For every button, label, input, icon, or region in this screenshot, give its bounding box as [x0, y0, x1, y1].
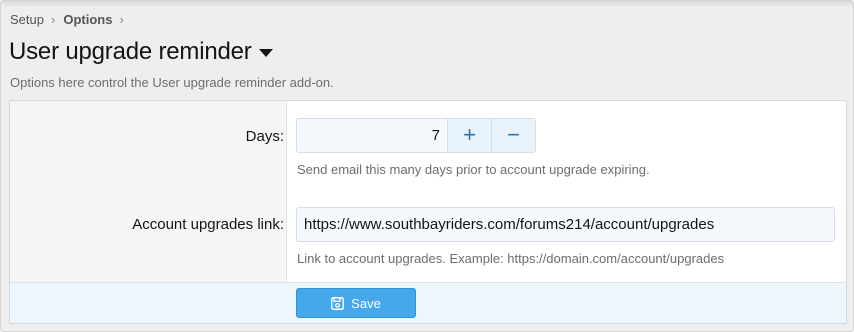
caret-down-icon[interactable]: [258, 49, 273, 57]
breadcrumb-separator-icon: ›: [119, 12, 124, 27]
options-form: Days: 7 + − Send email this many days pr…: [9, 100, 847, 324]
days-stepper: 7 + −: [296, 118, 536, 153]
days-input[interactable]: 7: [296, 118, 448, 153]
top-shadow: [1, 1, 853, 7]
form-submit-row: Save: [10, 282, 846, 323]
breadcrumb-setup[interactable]: Setup: [10, 12, 44, 27]
breadcrumb-options[interactable]: Options: [63, 12, 112, 27]
save-label: Save: [351, 295, 381, 311]
upgrades-link-input[interactable]: https://www.southbayriders.com/forums214…: [296, 207, 835, 242]
upgrades-link-label: Account upgrades link:: [132, 216, 284, 233]
breadcrumb-separator-icon: ›: [50, 12, 56, 27]
app-window: Setup › Options › User upgrade reminder …: [0, 0, 854, 332]
breadcrumb: Setup › Options ›: [10, 12, 132, 27]
page-description: Options here control the User upgrade re…: [10, 75, 334, 90]
days-label: Days:: [245, 128, 284, 145]
page-title-text: User upgrade reminder: [9, 38, 252, 65]
increment-button[interactable]: +: [448, 118, 492, 153]
upgrades-link-hint: Link to account upgrades. Example: https…: [297, 251, 725, 266]
save-button[interactable]: Save: [296, 288, 416, 318]
decrement-button[interactable]: −: [492, 118, 536, 153]
days-hint: Send email this many days prior to accou…: [297, 162, 650, 177]
page-title: User upgrade reminder: [9, 38, 273, 66]
save-disk-icon: [331, 296, 345, 310]
